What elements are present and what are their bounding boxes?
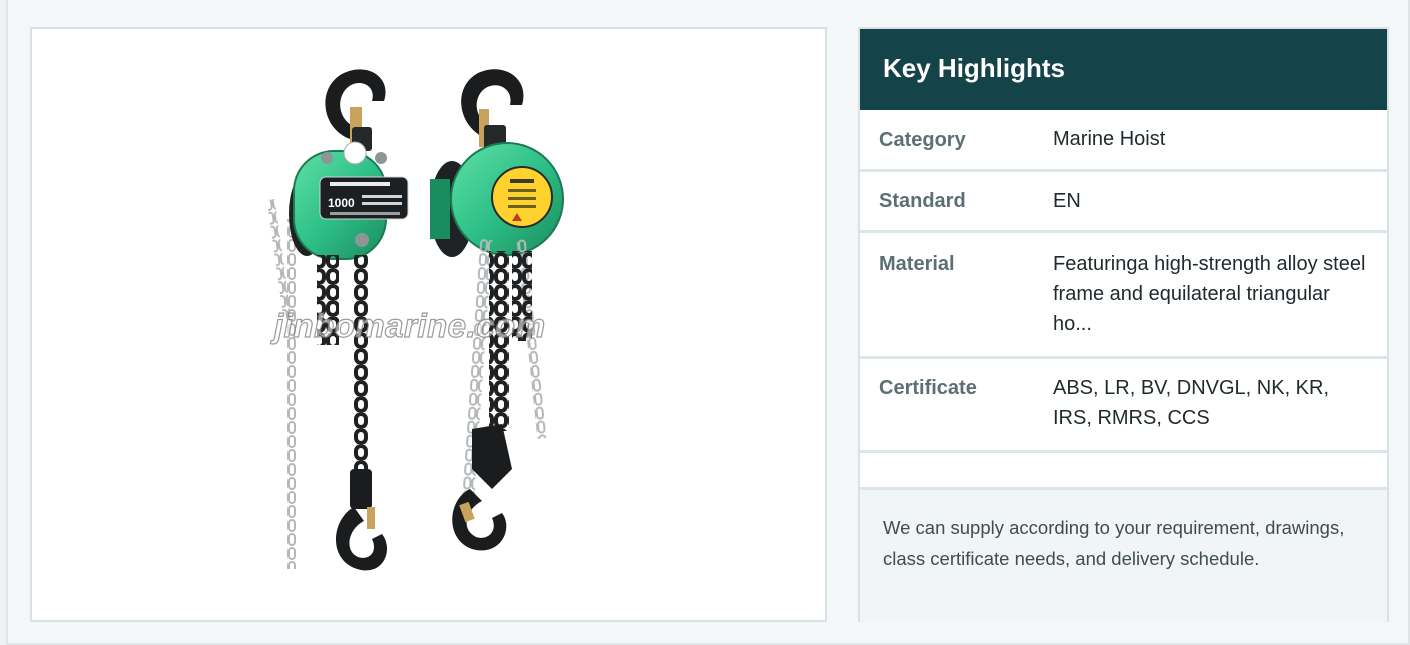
key-highlights-title: Key Highlights	[860, 29, 1387, 110]
image-watermark: jinbomarine.com	[273, 306, 546, 344]
highlight-value: Marine Hoist	[1053, 128, 1166, 150]
supply-note: We can supply according to your requirem…	[860, 490, 1387, 622]
nameplate-capacity: 1000	[328, 196, 355, 210]
highlight-label: Certificate	[879, 377, 977, 399]
highlight-row-category: Category Marine Hoist	[860, 110, 1387, 172]
highlight-label: Category	[879, 129, 966, 151]
product-image-card[interactable]: 1000 jinbomarine.com	[30, 27, 827, 622]
key-highlights-panel: Key Highlights Category Marine Hoist Sta…	[858, 27, 1389, 622]
highlight-value: EN	[1053, 190, 1081, 212]
highlight-label: Standard	[879, 190, 966, 212]
highlight-row-empty	[860, 453, 1387, 490]
highlight-value: ABS, LR, BV, DNVGL, NK, KR, IRS, RMRS, C…	[1053, 377, 1330, 429]
highlight-value: Featuringa high-strength alloy steel fra…	[1053, 253, 1366, 335]
highlight-label: Material	[879, 253, 955, 275]
highlight-row-material: Material Featuringa high-strength alloy …	[860, 233, 1387, 359]
highlight-row-certificate: Certificate ABS, LR, BV, DNVGL, NK, KR, …	[860, 359, 1387, 453]
highlight-row-standard: Standard EN	[860, 172, 1387, 233]
